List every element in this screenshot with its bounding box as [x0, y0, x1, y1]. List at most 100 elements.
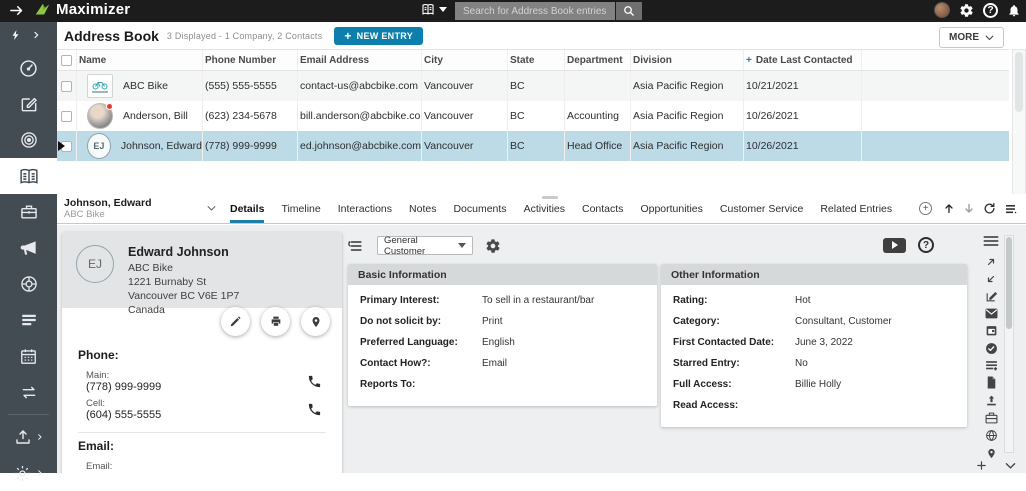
sidebar-item-campaigns[interactable] [0, 230, 57, 266]
forward-arrow-icon[interactable] [8, 3, 25, 18]
column-header-state[interactable]: State [508, 50, 565, 70]
tab-interactions[interactable]: Interactions [338, 194, 392, 223]
sidebar-item-transfer[interactable] [0, 374, 57, 410]
globe-icon[interactable] [985, 429, 998, 442]
scrollbar-thumb[interactable] [1006, 237, 1012, 329]
sidebar-item-targets[interactable] [0, 122, 57, 158]
tab-customer-service[interactable]: Customer Service [720, 194, 803, 223]
profile-name: Edward Johnson [128, 245, 229, 259]
sidebar-header[interactable] [0, 22, 57, 50]
user-avatar[interactable] [934, 2, 950, 18]
view-selector-dropdown[interactable]: General Customer [377, 235, 473, 257]
column-header-phone[interactable]: Phone Number [203, 50, 298, 70]
plus-icon[interactable] [976, 460, 987, 471]
phone-label: Cell: [86, 398, 106, 409]
column-header-department[interactable]: Department [565, 50, 631, 70]
expand-chevron-icon[interactable] [32, 29, 41, 41]
arrow-down-left-icon[interactable] [985, 273, 997, 285]
more-button[interactable]: MORE [939, 27, 1004, 48]
arrow-up-icon[interactable] [943, 202, 955, 215]
email-icon[interactable] [985, 308, 998, 319]
select-all-checkbox[interactable] [61, 54, 72, 66]
gear-icon[interactable] [959, 3, 974, 18]
maximizer-logo[interactable]: Maximizer [34, 1, 130, 18]
note-list-icon[interactable] [985, 360, 998, 371]
table-row[interactable]: Anderson, Bill (623) 234-5678 bill.ander… [57, 101, 1009, 131]
detail-scrollbar[interactable] [1004, 235, 1014, 453]
document-icon[interactable] [986, 376, 997, 389]
column-header-email[interactable]: Email Address [298, 50, 422, 70]
tab-timeline[interactable]: Timeline [281, 194, 320, 223]
arrow-down-icon[interactable] [963, 202, 975, 215]
module-switcher[interactable] [420, 2, 447, 17]
column-header-division[interactable]: Division [631, 50, 744, 70]
table-row[interactable]: ABC Bike (555) 555-5555 contact-us@abcbi… [57, 71, 1009, 101]
field-row: Starred Entry: No [673, 358, 808, 369]
column-header-date-last-contacted[interactable]: + Date Last Contacted [744, 50, 862, 70]
selected-row-marker [58, 141, 65, 151]
entity-chevron-down-icon[interactable] [207, 205, 216, 212]
email-heading: Email: [78, 439, 115, 453]
column-header-city[interactable]: City [422, 50, 508, 70]
table-row-selected[interactable]: EJ Johnson, Edward (778) 999-9999 ed.joh… [57, 131, 1009, 161]
row-checkbox[interactable] [61, 110, 72, 122]
layout-settings-gear-icon[interactable] [485, 238, 501, 254]
video-tutorial-icon[interactable] [883, 237, 906, 253]
call-button[interactable] [303, 402, 326, 417]
sidebar-item-import[interactable] [0, 419, 57, 455]
task-check-icon[interactable] [985, 342, 998, 355]
briefcase-icon[interactable] [985, 412, 998, 424]
bell-icon[interactable] [1007, 3, 1021, 18]
row-checkbox[interactable] [61, 80, 72, 92]
list-menu-icon[interactable] [1004, 203, 1018, 215]
tab-documents[interactable]: Documents [453, 194, 506, 223]
topbar-right-icons: ? [934, 2, 1021, 18]
sidebar-item-settings[interactable] [0, 455, 57, 491]
hotlist-icon [19, 311, 39, 329]
help-icon[interactable]: ? [983, 2, 998, 18]
phone-heading: Phone: [78, 348, 119, 362]
panel-title: Other Information [661, 264, 967, 285]
map-pin-icon[interactable] [986, 447, 997, 460]
chevron-down-icon[interactable] [1005, 460, 1016, 471]
notification-dot [106, 103, 113, 110]
tab-contacts[interactable]: Contacts [582, 194, 623, 223]
call-button[interactable] [303, 374, 326, 389]
table-scrollbar[interactable] [1012, 49, 1026, 199]
column-header-name[interactable]: Name [77, 50, 203, 70]
sidebar-item-opportunities[interactable] [0, 194, 57, 230]
tab-opportunities[interactable]: Opportunities [640, 194, 702, 223]
scrollbar-thumb[interactable] [1015, 52, 1023, 112]
calendar-icon [19, 347, 38, 366]
menu-icon[interactable] [983, 235, 999, 247]
sidebar-item-dashboard[interactable] [0, 50, 57, 86]
upload-icon[interactable] [985, 394, 998, 407]
arrow-up-right-icon[interactable] [985, 256, 997, 268]
field-row: Preferred Language: English [360, 337, 515, 348]
tab-related-entries[interactable]: Related Entries [820, 194, 892, 223]
sidebar-item-notes[interactable] [0, 86, 57, 122]
pane-resize-handle[interactable] [541, 196, 558, 199]
sort-icon: + [746, 54, 752, 66]
help-icon[interactable]: ? [918, 237, 934, 253]
tab-details[interactable]: Details [230, 194, 265, 223]
tab-notes[interactable]: Notes [409, 194, 436, 223]
sidebar-item-hotlist[interactable] [0, 302, 57, 338]
new-entry-button[interactable]: + NEW ENTRY [334, 26, 424, 45]
print-button[interactable] [261, 307, 290, 336]
sidebar-item-address-book[interactable] [0, 158, 57, 194]
search-button[interactable] [616, 2, 642, 20]
add-tab-icon[interactable]: + [919, 202, 933, 215]
edit-button[interactable] [221, 307, 250, 336]
help-media-icons: ? [883, 237, 934, 253]
main-content: Address Book 3 Displayed - 1 Company, 2 … [57, 22, 1026, 473]
sidebar-item-customer-service[interactable] [0, 266, 57, 302]
phone-value: (604) 555-5555 [86, 409, 162, 421]
refresh-icon[interactable] [983, 202, 996, 215]
search-input[interactable] [455, 2, 615, 20]
calendar-icon[interactable] [985, 324, 998, 337]
sidebar-item-calendar[interactable] [0, 338, 57, 374]
map-button[interactable] [301, 307, 330, 336]
key-fields-icon[interactable] [346, 238, 365, 254]
compose-icon[interactable] [985, 290, 998, 303]
